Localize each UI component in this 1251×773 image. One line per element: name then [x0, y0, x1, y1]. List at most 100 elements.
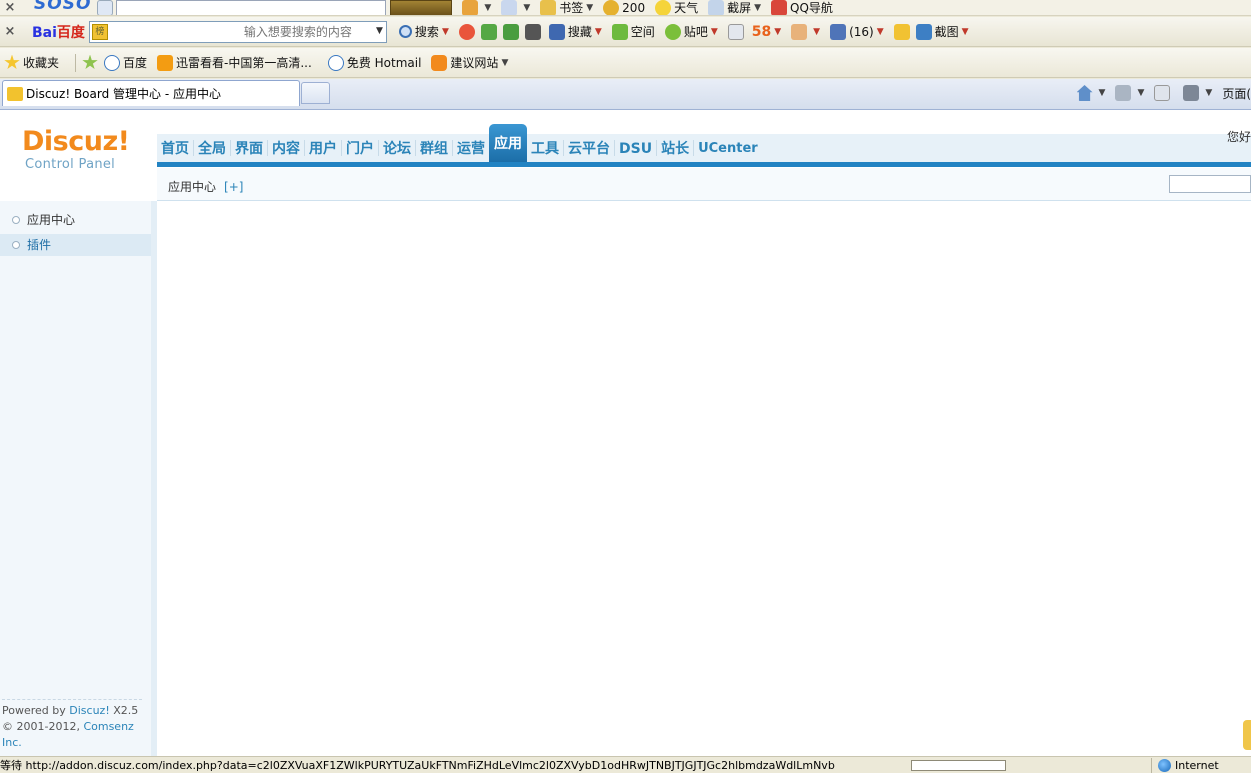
close-toolbar-icon[interactable]: ×	[0, 24, 20, 39]
soso-logo: SOSO	[34, 0, 92, 14]
read-mail-button[interactable]	[1154, 85, 1173, 101]
breadcrumb-bar: 应用中心 [+]	[157, 168, 1251, 201]
home-icon	[1076, 85, 1093, 101]
soso-search-input[interactable]	[116, 0, 387, 15]
video-icon[interactable]	[524, 23, 541, 40]
soso-bookmark[interactable]: 书签 ▼	[540, 0, 594, 15]
floating-widget[interactable]	[1243, 720, 1251, 750]
nav-style[interactable]: 界面	[231, 134, 267, 162]
chevron-down-icon: ▼	[710, 26, 718, 37]
nav-forum[interactable]: 论坛	[379, 134, 415, 162]
nav-cloud[interactable]: 云平台	[564, 134, 614, 162]
nav-dsu[interactable]: DSU	[615, 134, 656, 162]
status-bar: 等待 http://addon.discuz.com/index.php?dat…	[0, 756, 1251, 773]
qq-nav-icon	[771, 0, 788, 15]
baidu-soucang[interactable]: 搜藏 ▼	[548, 23, 602, 40]
new-tab-button[interactable]	[301, 82, 330, 104]
chevron-down-icon: ▼	[484, 2, 492, 13]
sidebar-item-app-center[interactable]: 应用中心	[0, 209, 151, 231]
main-nav: 首页 全局 界面 内容 用户 门户 论坛 群组 运营 应用 工具 云平台 DSU…	[157, 124, 762, 162]
soso-weather[interactable]: 天气	[655, 0, 698, 15]
soso-toolbar: × SOSO ▼ ▼ 书签 ▼ 200 天气 截屏 ▼ QQ导航	[0, 0, 1251, 16]
admin-header: Discuz! Control Panel 您好 首页 全局 界面 内容 用户 …	[0, 110, 1251, 172]
powered-by: Powered by Discuz! X2.5 © 2001-2012, Com…	[2, 699, 142, 751]
tool-icon	[462, 0, 479, 15]
nav-user[interactable]: 用户	[305, 134, 341, 162]
chevron-down-icon: ▼	[754, 2, 762, 13]
discuz-link[interactable]: Discuz!	[69, 704, 109, 717]
chevron-down-icon: ▼	[501, 57, 509, 68]
favorites-button[interactable]: 收藏夹	[4, 54, 59, 71]
close-toolbar-icon[interactable]: ×	[0, 0, 20, 15]
refresh-icon[interactable]	[458, 23, 475, 40]
breadcrumb-current: 应用中心	[168, 180, 217, 194]
nav-home[interactable]: 首页	[157, 134, 193, 162]
favorites-bar: 收藏夹 百度 迅雷看看-中国第一高清... 免费 Hotmail 建议网站 ▼	[0, 48, 1251, 78]
nav-tools[interactable]: 工具	[527, 134, 563, 162]
add-to-menu-button[interactable]: [+]	[224, 180, 243, 194]
lottery-icon	[791, 23, 808, 40]
star-icon	[540, 0, 557, 15]
baidu-search-box[interactable]: 榜 ▼	[88, 20, 387, 43]
nav-plugin[interactable]: 应用	[489, 124, 527, 162]
magnifier-icon	[398, 25, 412, 38]
sidebar-item-plugins[interactable]: 插件	[0, 234, 151, 256]
baidu-input-icon[interactable]: 榜	[91, 23, 108, 40]
baidu-search-button[interactable]: 搜索 ▼	[398, 23, 449, 40]
baidu-58[interactable]: 58 ▼	[752, 24, 781, 40]
page-menu[interactable]: 页面(	[1222, 85, 1251, 102]
security-zone[interactable]: Internet	[1158, 758, 1219, 772]
nav-content[interactable]: 内容	[268, 134, 304, 162]
baidu-messages[interactable]: (16) ▼	[830, 23, 884, 40]
hi-icon[interactable]	[727, 23, 744, 40]
nav-ucenter[interactable]: UCenter	[694, 134, 762, 162]
message-icon	[830, 23, 847, 40]
add-favorite-icon[interactable]	[82, 54, 98, 70]
baidu-search-input[interactable]	[89, 22, 360, 41]
globe-icon	[1158, 758, 1171, 772]
soso-screenshot[interactable]: 截屏 ▼	[708, 0, 762, 15]
nav-group[interactable]: 群组	[416, 134, 452, 162]
chevron-down-icon: ▼	[774, 26, 782, 37]
divider	[1151, 757, 1152, 773]
share-icon[interactable]	[502, 23, 519, 40]
search-icon[interactable]	[97, 0, 114, 15]
fav-link-hotmail[interactable]: 免费 Hotmail	[327, 54, 421, 71]
pencil-icon[interactable]	[893, 23, 910, 40]
fav-link-baidu[interactable]: 百度	[104, 54, 147, 71]
print-button[interactable]: ▼	[1183, 85, 1212, 101]
chevron-down-icon: ▼	[1098, 88, 1106, 98]
translate-icon[interactable]	[480, 23, 497, 40]
chevron-down-icon: ▼	[1137, 88, 1145, 98]
feeds-button[interactable]: ▼	[1115, 85, 1144, 101]
chevron-down-icon: ▼	[813, 26, 821, 37]
discuz-logo[interactable]: Discuz! Control Panel	[22, 128, 132, 173]
fav-link-xunlei[interactable]: 迅雷看看-中国第一高清...	[157, 54, 312, 71]
toolbar-banner-image[interactable]	[390, 0, 453, 15]
soso-qq-nav[interactable]: QQ导航	[771, 0, 833, 15]
soso-coins[interactable]: 200	[603, 0, 645, 15]
nav-global[interactable]: 全局	[194, 134, 230, 162]
printer-icon	[1183, 85, 1200, 101]
camera-icon	[708, 0, 725, 15]
chevron-down-icon[interactable]: ▼	[376, 26, 383, 36]
soso-tool-menu[interactable]: ▼	[462, 0, 492, 15]
nav-operation[interactable]: 运营	[453, 134, 489, 162]
browser-tab-active[interactable]: Discuz! Board 管理中心 - 应用中心	[2, 80, 300, 106]
baidu-tieba[interactable]: 贴吧 ▼	[664, 23, 718, 40]
baidu-lottery[interactable]: ▼	[791, 23, 821, 40]
baidu-space[interactable]: 空间	[611, 23, 655, 40]
chevron-down-icon: ▼	[586, 2, 594, 13]
soso-mail-menu[interactable]: ▼	[501, 0, 530, 15]
nav-portal[interactable]: 门户	[342, 134, 378, 162]
nav-webmaster[interactable]: 站长	[657, 134, 693, 162]
admin-search-input[interactable]	[1169, 175, 1251, 193]
mail-icon	[1154, 85, 1171, 101]
home-button[interactable]: ▼	[1076, 85, 1106, 101]
chevron-down-icon: ▼	[876, 26, 884, 37]
fav-link-suggested[interactable]: 建议网站 ▼	[431, 54, 508, 71]
baidu-screenshot[interactable]: 截图 ▼	[915, 23, 969, 40]
book-icon	[548, 23, 565, 40]
browser-chrome: × SOSO ▼ ▼ 书签 ▼ 200 天气 截屏 ▼ QQ导航 × Bai百度 榜…	[0, 0, 1251, 110]
chevron-down-icon: ▼	[594, 26, 602, 37]
